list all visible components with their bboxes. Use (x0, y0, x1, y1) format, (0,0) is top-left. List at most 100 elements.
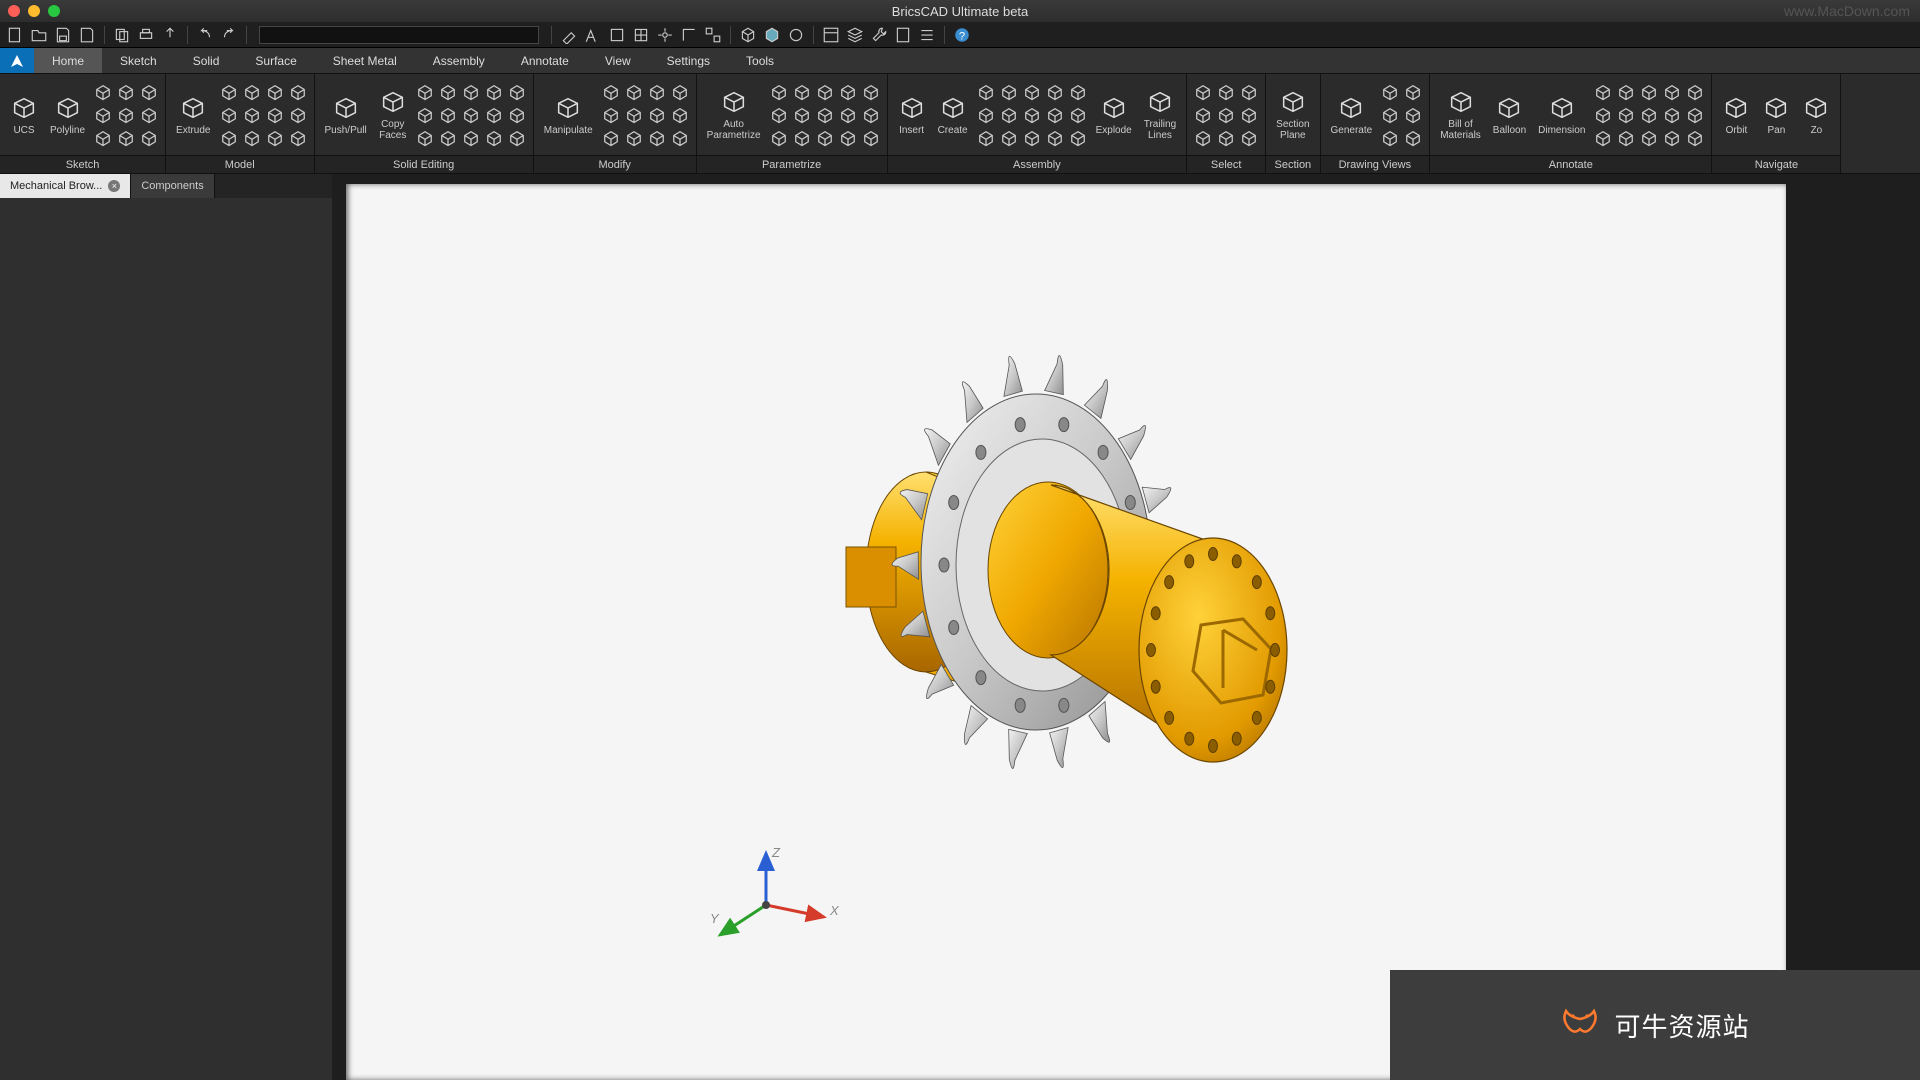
ribbon-small-icon[interactable] (415, 82, 435, 102)
snap-icon[interactable] (656, 26, 674, 44)
ribbon-small-icon[interactable] (507, 105, 527, 125)
ribbon-small-icon[interactable] (461, 82, 481, 102)
ribbon-small-icon[interactable] (670, 105, 690, 125)
layer-dropdown[interactable] (259, 26, 539, 44)
balloon-button[interactable]: Balloon (1489, 92, 1530, 138)
ribbon-small-icon[interactable] (1380, 82, 1400, 102)
print-icon[interactable] (137, 26, 155, 44)
ribbon-small-icon[interactable] (769, 82, 789, 102)
layers-icon[interactable] (846, 26, 864, 44)
ribbon-small-icon[interactable] (265, 128, 285, 148)
insert-button[interactable]: Insert (894, 92, 930, 138)
ribbon-small-icon[interactable] (1193, 82, 1213, 102)
ribbon-small-icon[interactable] (647, 82, 667, 102)
autoparam-button[interactable]: Auto Parametrize (703, 86, 765, 143)
ribbon-small-icon[interactable] (601, 82, 621, 102)
ribbon-small-icon[interactable] (93, 82, 113, 102)
ribbon-small-icon[interactable] (624, 82, 644, 102)
ribbon-small-icon[interactable] (415, 105, 435, 125)
ribbon-small-icon[interactable] (624, 128, 644, 148)
ribbon-small-icon[interactable] (507, 128, 527, 148)
ribbon-small-icon[interactable] (93, 128, 113, 148)
ribbon-small-icon[interactable] (1022, 105, 1042, 125)
ribbon-small-icon[interactable] (139, 82, 159, 102)
ribbon-small-icon[interactable] (438, 128, 458, 148)
polyline-button[interactable]: Polyline (46, 92, 89, 138)
ribbon-small-icon[interactable] (1239, 128, 1259, 148)
ribbon-small-icon[interactable] (484, 128, 504, 148)
ribbon-small-icon[interactable] (769, 128, 789, 148)
ribbon-small-icon[interactable] (647, 128, 667, 148)
ribbon-small-icon[interactable] (1593, 82, 1613, 102)
ribbon-small-icon[interactable] (815, 105, 835, 125)
menu-tab-tools[interactable]: Tools (728, 48, 792, 73)
extrude-button[interactable]: Extrude (172, 92, 214, 138)
zoom-button[interactable]: Zo (1798, 92, 1834, 138)
open-file-icon[interactable] (30, 26, 48, 44)
publish-icon[interactable] (161, 26, 179, 44)
grid-icon[interactable] (632, 26, 650, 44)
box-icon[interactable] (739, 26, 757, 44)
ribbon-small-icon[interactable] (139, 128, 159, 148)
ribbon-small-icon[interactable] (999, 82, 1019, 102)
ribbon-small-icon[interactable] (1022, 82, 1042, 102)
maximize-window-button[interactable] (48, 5, 60, 17)
ribbon-small-icon[interactable] (670, 82, 690, 102)
model-viewport[interactable]: X Y Z (346, 184, 1786, 1080)
save-as-icon[interactable] (78, 26, 96, 44)
minimize-window-button[interactable] (28, 5, 40, 17)
ribbon-small-icon[interactable] (976, 82, 996, 102)
ribbon-small-icon[interactable] (861, 105, 881, 125)
tool-icon-1[interactable] (560, 26, 578, 44)
ribbon-small-icon[interactable] (93, 105, 113, 125)
ribbon-small-icon[interactable] (1380, 105, 1400, 125)
ribbon-small-icon[interactable] (1662, 105, 1682, 125)
new-file-icon[interactable] (6, 26, 24, 44)
ribbon-small-icon[interactable] (1662, 128, 1682, 148)
ribbon-small-icon[interactable] (792, 105, 812, 125)
ribbon-small-icon[interactable] (219, 82, 239, 102)
manipulate-button[interactable]: Manipulate (540, 92, 597, 138)
orbit-button[interactable]: Orbit (1718, 92, 1754, 138)
ribbon-small-icon[interactable] (601, 105, 621, 125)
ribbon-small-icon[interactable] (670, 128, 690, 148)
coordinate-axes-gizmo[interactable]: X Y Z (706, 845, 846, 955)
ribbon-small-icon[interactable] (1068, 105, 1088, 125)
menu-tab-settings[interactable]: Settings (649, 48, 728, 73)
properties-icon[interactable] (822, 26, 840, 44)
ribbon-small-icon[interactable] (438, 105, 458, 125)
pan-button[interactable]: Pan (1758, 92, 1794, 138)
help-icon[interactable]: ? (953, 26, 971, 44)
render-icon[interactable] (787, 26, 805, 44)
ribbon-small-icon[interactable] (1616, 105, 1636, 125)
ribbon-small-icon[interactable] (1045, 105, 1065, 125)
ribbon-small-icon[interactable] (242, 105, 262, 125)
ribbon-small-icon[interactable] (242, 128, 262, 148)
tool-icon-2[interactable] (584, 26, 602, 44)
ribbon-small-icon[interactable] (1662, 82, 1682, 102)
ribbon-small-icon[interactable] (484, 105, 504, 125)
close-window-button[interactable] (8, 5, 20, 17)
ucs-button[interactable]: UCS (6, 92, 42, 138)
ribbon-small-icon[interactable] (838, 128, 858, 148)
ribbon-small-icon[interactable] (461, 128, 481, 148)
ribbon-small-icon[interactable] (1593, 105, 1613, 125)
ribbon-small-icon[interactable] (1616, 82, 1636, 102)
ribbon-small-icon[interactable] (415, 128, 435, 148)
ribbon-small-icon[interactable] (265, 82, 285, 102)
ribbon-small-icon[interactable] (242, 82, 262, 102)
ribbon-small-icon[interactable] (507, 82, 527, 102)
ribbon-small-icon[interactable] (1639, 82, 1659, 102)
ribbon-small-icon[interactable] (265, 105, 285, 125)
ribbon-small-icon[interactable] (1403, 82, 1423, 102)
wrench-icon[interactable] (870, 26, 888, 44)
close-tab-icon[interactable]: × (108, 180, 120, 192)
side-tab-0[interactable]: Mechanical Brow...× (0, 174, 131, 198)
ribbon-small-icon[interactable] (1193, 105, 1213, 125)
ribbon-small-icon[interactable] (484, 82, 504, 102)
ribbon-small-icon[interactable] (1403, 105, 1423, 125)
menu-tab-sketch[interactable]: Sketch (102, 48, 175, 73)
calc-icon[interactable] (894, 26, 912, 44)
ribbon-small-icon[interactable] (999, 105, 1019, 125)
copy-icon[interactable] (113, 26, 131, 44)
